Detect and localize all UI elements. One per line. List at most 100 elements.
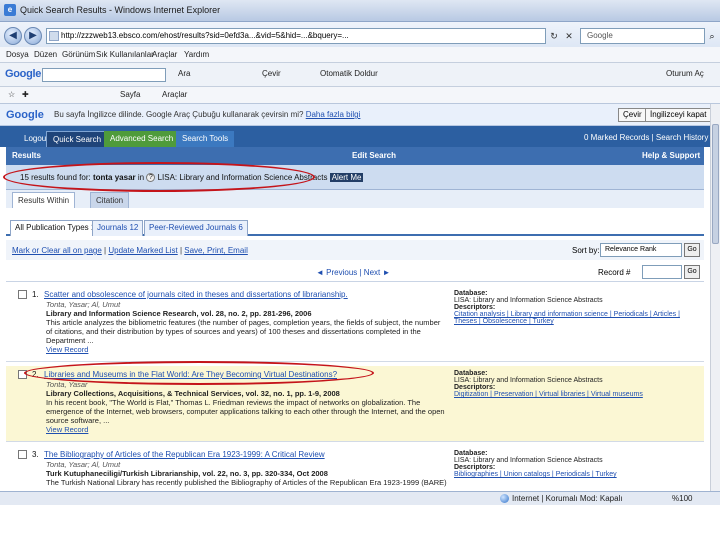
- marked-records-link[interactable]: 0 Marked Records | Search History: [584, 133, 708, 142]
- back-icon[interactable]: ◀: [4, 27, 22, 45]
- window-titlebar: e Quick Search Results - Windows Interne…: [0, 0, 720, 22]
- refresh-icon[interactable]: ↻: [548, 30, 560, 42]
- translate-button[interactable]: Çevir: [262, 69, 281, 78]
- result-checkbox[interactable]: [18, 290, 27, 299]
- record-label: Record #: [598, 268, 631, 277]
- view-record-link[interactable]: View Record: [46, 345, 88, 354]
- descriptors-links[interactable]: Citation analysis | Library and informat…: [454, 311, 694, 325]
- page-menu[interactable]: Sayfa: [120, 90, 140, 99]
- results-count: 15 results found for:: [20, 173, 91, 182]
- edit-search-link[interactable]: Edit Search: [352, 151, 396, 160]
- result-title[interactable]: Libraries and Museums in the Flat World:…: [44, 370, 337, 379]
- google-search-button[interactable]: Ara: [178, 69, 190, 78]
- results-heading: Results: [12, 151, 41, 160]
- google-logo: Google: [5, 68, 42, 80]
- descriptors-links[interactable]: Bibliographies | Union catalogs | Period…: [454, 471, 694, 478]
- descriptors-links[interactable]: Digitization | Preservation | Virtual li…: [454, 391, 694, 398]
- menu-help[interactable]: Yardım: [184, 50, 209, 59]
- favorites-icon[interactable]: ☆: [8, 90, 15, 99]
- zoom-level[interactable]: %100: [672, 494, 692, 503]
- view-record-link[interactable]: View Record: [46, 425, 88, 434]
- page-scrollbar[interactable]: [710, 104, 720, 491]
- translate-bar: Google Bu sayfa İngilizce dilinde. Googl…: [0, 104, 712, 126]
- tab-advanced-search[interactable]: Advanced Search: [104, 131, 180, 147]
- ebsco-nav: Logout Quick Search Advanced Search Sear…: [0, 126, 710, 147]
- result-item-highlighted: 2. Libraries and Museums in the Flat Wor…: [6, 366, 704, 442]
- database-label: Database:: [454, 290, 488, 297]
- sort-label: Sort by:: [572, 246, 600, 255]
- pager-links: ◄ Previous | Next ►: [316, 268, 391, 277]
- translate-google-logo: Google: [6, 109, 44, 121]
- tools-links: Mark or Clear all on page | Update Marke…: [12, 246, 248, 255]
- descriptors-label: Descriptors:: [454, 304, 496, 311]
- status-bar: Internet | Korumalı Mod: Kapalı %100: [0, 491, 720, 505]
- sign-in-button[interactable]: Oturum Aç: [666, 69, 704, 78]
- result-checkbox[interactable]: [18, 370, 27, 379]
- result-number: 2.: [32, 370, 39, 379]
- search-icon[interactable]: ⌕: [706, 28, 718, 44]
- scrollbar-thumb[interactable]: [712, 124, 719, 244]
- alert-me-link[interactable]: Alert Me: [329, 173, 364, 182]
- update-marked-link[interactable]: Update Marked List: [108, 246, 177, 255]
- tab-journals[interactable]: Journals 12: [92, 220, 144, 236]
- database-label: Database:: [454, 370, 488, 377]
- translate-page-button[interactable]: Çevir: [618, 108, 647, 122]
- menu-favorites[interactable]: Sık Kullanılanlar: [96, 50, 154, 59]
- address-input[interactable]: http://zzzweb13.ebsco.com/ehost/results?…: [46, 28, 546, 44]
- google-toolbar: Google Ara Çevir Otomatik Doldur Oturum …: [0, 63, 720, 87]
- search-input[interactable]: Google: [580, 28, 705, 44]
- database-value: LISA: Library and Information Science Ab…: [454, 377, 603, 384]
- record-go-button[interactable]: Go: [684, 265, 700, 279]
- close-english-button[interactable]: İngilizceyi kapat: [645, 108, 712, 122]
- command-bar: ☆ ✚ Sayfa Araçlar: [0, 87, 720, 104]
- sort-go-button[interactable]: Go: [684, 243, 700, 257]
- descriptors-label: Descriptors:: [454, 464, 496, 471]
- result-abstract-line: emergence of the Internet, web browsers,…: [46, 407, 445, 416]
- database-label: Database:: [454, 450, 488, 457]
- database-value: LISA: Library and Information Science Ab…: [454, 297, 603, 304]
- result-source: Library Collections, Acquisitions, & Tec…: [46, 389, 340, 398]
- menu-edit[interactable]: Düzen: [34, 50, 57, 59]
- menu-view[interactable]: Görünüm: [62, 50, 95, 59]
- results-tools: Mark or Clear all on page | Update Marke…: [6, 240, 704, 260]
- result-database: Database: LISA: Library and Information …: [454, 290, 694, 325]
- tools-menu[interactable]: Araçlar: [162, 90, 187, 99]
- next-link[interactable]: Next: [364, 268, 380, 277]
- menu-tools[interactable]: Araçlar: [152, 50, 177, 59]
- result-title[interactable]: Scatter and obsolescence of journals cit…: [44, 290, 348, 299]
- save-print-email-link[interactable]: Save, Print, Email: [184, 246, 248, 255]
- tab-results-within[interactable]: Results Within: [12, 192, 76, 208]
- previous-link[interactable]: Previous: [326, 268, 357, 277]
- help-support-link[interactable]: Help & Support: [642, 151, 700, 160]
- stop-icon[interactable]: ✕: [563, 30, 575, 42]
- mark-clear-link[interactable]: Mark or Clear all on page: [12, 246, 102, 255]
- help-icon[interactable]: ?: [146, 173, 156, 183]
- section-bar: Results Edit Search Help & Support: [6, 147, 704, 165]
- result-authors: Tonta, Yasar; Al, Umut: [46, 300, 121, 309]
- google-search-input[interactable]: [42, 68, 166, 82]
- autofill-button[interactable]: Otomatik Doldur: [320, 69, 378, 78]
- tab-citation[interactable]: Citation: [90, 192, 130, 208]
- sort-select[interactable]: Relevance Rank: [600, 243, 682, 257]
- result-authors: Tonta, Yasar: [46, 380, 88, 389]
- forward-icon[interactable]: ▶: [24, 27, 42, 45]
- translate-message: Bu sayfa İngilizce dilinde. Google Araç …: [54, 110, 360, 119]
- more-info-link[interactable]: Daha fazla bilgi: [306, 110, 361, 119]
- results-query: tonta yasar: [92, 173, 136, 182]
- tab-all-publication-types[interactable]: All Publication Types 15: [10, 220, 105, 236]
- result-number: 1.: [32, 290, 39, 299]
- tab-peer-reviewed[interactable]: Peer-Reviewed Journals 6: [144, 220, 248, 236]
- record-number-input[interactable]: [642, 265, 682, 279]
- result-source: Turk Kutuphaneciligi/Turkish Librariansh…: [46, 469, 328, 478]
- tab-search-tools[interactable]: Search Tools: [176, 131, 235, 147]
- window-title: Quick Search Results - Windows Internet …: [20, 5, 221, 15]
- database-value: LISA: Library and Information Science Ab…: [454, 457, 603, 464]
- result-abstract-line: This article analyzes the bibliometric f…: [46, 318, 441, 327]
- result-title[interactable]: The Bibliography of Articles of the Repu…: [44, 450, 325, 459]
- tab-quick-search[interactable]: Quick Search: [46, 131, 109, 147]
- result-abstract-line: Department ...: [46, 336, 94, 345]
- add-favorite-icon[interactable]: ✚: [22, 90, 29, 99]
- result-checkbox[interactable]: [18, 450, 27, 459]
- menu-file[interactable]: Dosya: [6, 50, 29, 59]
- results-database: LISA: Library and Information Science Ab…: [157, 173, 328, 182]
